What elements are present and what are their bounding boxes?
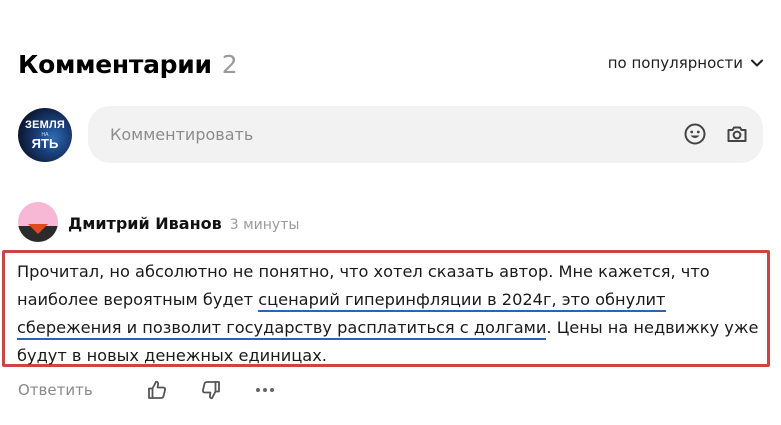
comment-header: Дмитрий Иванов 3 минуты: [68, 214, 299, 233]
comment-composer: ЗЕМЛЯ НА ЯТЬ: [18, 106, 763, 164]
comments-title-label: Комментарии: [18, 50, 212, 79]
thumbs-down-icon[interactable]: [199, 378, 223, 402]
sort-label: по популярности: [607, 54, 743, 72]
comment-author[interactable]: Дмитрий Иванов: [68, 214, 222, 233]
emoji-icon[interactable]: [683, 122, 707, 146]
chevron-down-icon: [751, 59, 763, 67]
commenter-avatar[interactable]: [18, 202, 58, 242]
comment-text: Прочитал, но абсолютно не понятно, что х…: [17, 258, 767, 370]
comment-input[interactable]: [108, 124, 652, 145]
input-icons: [683, 122, 749, 146]
comments-title: Комментарии 2: [18, 50, 238, 79]
thumbs-up-icon[interactable]: [145, 378, 169, 402]
avatar[interactable]: ЗЕМЛЯ НА ЯТЬ: [18, 108, 72, 162]
avatar-text-bottom: ЯТЬ: [31, 136, 59, 151]
comments-count: 2: [221, 50, 238, 79]
comment-input-box[interactable]: [88, 106, 763, 163]
camera-icon[interactable]: [725, 122, 749, 146]
comment-actions: Ответить: [18, 378, 307, 402]
reply-button[interactable]: Ответить: [18, 381, 93, 399]
sort-dropdown[interactable]: по популярности: [608, 54, 763, 72]
comments-header: Комментарии 2 по популярности: [18, 48, 763, 84]
more-icon[interactable]: [253, 378, 277, 402]
avatar-text-top: ЗЕМЛЯ: [24, 119, 65, 131]
comment-time: 3 минуты: [229, 217, 300, 233]
